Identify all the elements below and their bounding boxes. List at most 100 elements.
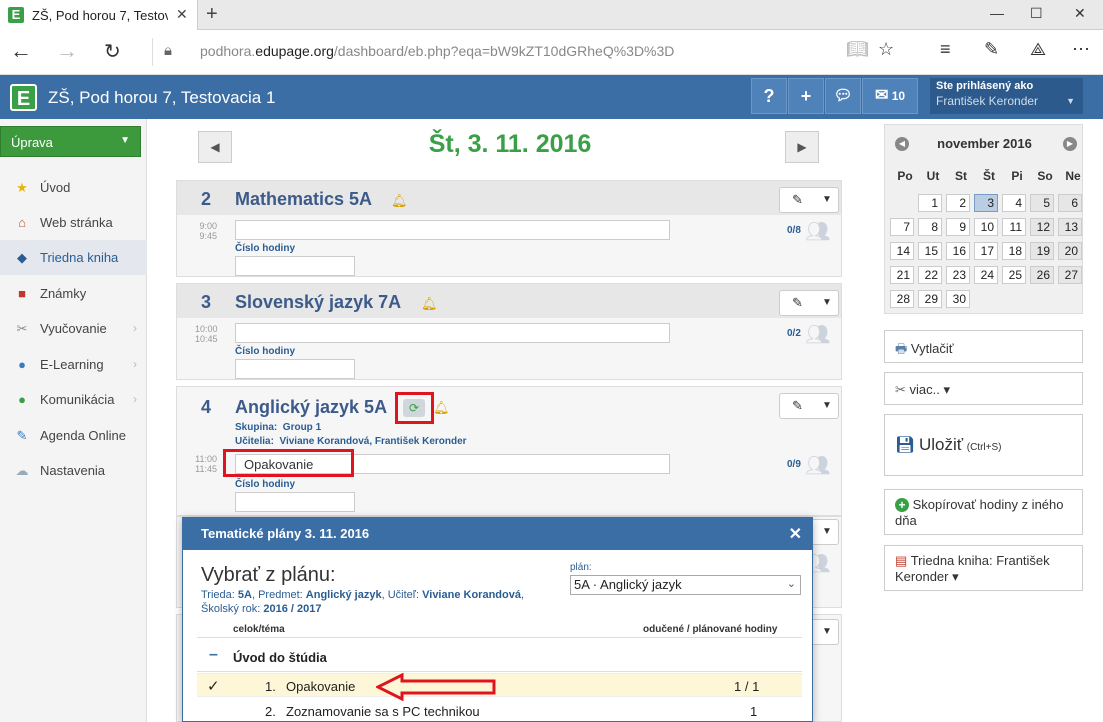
students-icon[interactable]: 👥︎: [805, 453, 830, 478]
calendar-day[interactable]: 5: [1030, 194, 1054, 212]
lesson-subject[interactable]: Slovenský jazyk 7A: [235, 292, 401, 313]
url-field[interactable]: podhora.edupage.org/dashboard/eb.php?eqa…: [200, 43, 674, 59]
plan-row[interactable]: 2. Zoznamovanie sa s PC technikou 1: [197, 699, 802, 721]
sidebar-item-uvod[interactable]: ★ Úvod: [0, 170, 147, 205]
edit-lesson-button[interactable]: ✎ ▼: [779, 187, 839, 213]
new-tab-icon[interactable]: +: [206, 3, 218, 26]
bell-icon[interactable]: 🔔︎: [421, 296, 438, 312]
share-icon[interactable]: ⟁: [1030, 39, 1046, 60]
calendar-day[interactable]: 8: [918, 218, 942, 236]
sidebar-item-class-book[interactable]: ◆ Triedna kniha: [0, 240, 147, 275]
copy-lessons-button[interactable]: + Skopírovať hodiny z iného dňa: [884, 489, 1083, 535]
more-icon[interactable]: ⋯: [1072, 39, 1090, 60]
calendar-day[interactable]: 24: [974, 266, 998, 284]
calendar-day[interactable]: 27: [1058, 266, 1082, 284]
forward-icon[interactable]: →: [56, 38, 78, 64]
hour-number-input[interactable]: [235, 359, 355, 379]
refresh-icon[interactable]: ↻: [104, 39, 121, 64]
add-button[interactable]: +: [788, 78, 824, 114]
calendar-day[interactable]: 23: [946, 266, 970, 284]
calendar-day[interactable]: 26: [1030, 266, 1054, 284]
calendar-day[interactable]: 4: [1002, 194, 1026, 212]
previous-day-button[interactable]: ◀: [198, 131, 232, 163]
messages-button[interactable]: ✉ 10: [862, 78, 918, 114]
sidebar-item-teaching[interactable]: ✂ Vyučovanie ›: [0, 311, 147, 346]
bell-icon[interactable]: 🔔︎: [391, 193, 408, 209]
calendar-day[interactable]: 16: [946, 242, 970, 260]
web-note-icon[interactable]: ✎: [984, 39, 999, 60]
calendar-day[interactable]: 13: [1058, 218, 1082, 236]
maximize-icon[interactable]: ☐: [1030, 5, 1043, 22]
calendar-day[interactable]: 7: [890, 218, 914, 236]
sidebar-item-elearning[interactable]: ● E-Learning ›: [0, 347, 147, 382]
calendar-day[interactable]: 9: [946, 218, 970, 236]
help-button[interactable]: ?: [751, 78, 787, 114]
chat-button[interactable]: 💬︎: [825, 78, 861, 114]
calendar-day[interactable]: 3: [974, 194, 998, 212]
col-hours: odučené / plánované hodiny: [643, 624, 778, 635]
print-button[interactable]: 🖶 Vytlačiť: [884, 330, 1083, 363]
calendar-next-icon[interactable]: ▶: [1063, 137, 1077, 151]
sidebar-item-label: Nastavenia: [40, 463, 106, 478]
hour-number-input[interactable]: [235, 256, 355, 276]
dialog-header: Tematické plány 3. 11. 2016 ✕: [183, 518, 812, 550]
edit-action-button[interactable]: Úprava ▼: [0, 126, 141, 157]
plan-select[interactable]: 5A · Anglický jazyk ⌄: [570, 575, 801, 595]
close-tab-icon[interactable]: ✕: [176, 6, 188, 23]
calendar-day[interactable]: 29: [918, 290, 942, 308]
hub-icon[interactable]: ≡: [940, 39, 951, 60]
dialog-heading: Vybrať z plánu:: [201, 564, 336, 586]
students-icon[interactable]: 👥︎: [805, 322, 830, 347]
lesson-card: 3 Slovenský jazyk 7A 🔔︎ ✎ ▼ 10:00 10:45 Čí…: [176, 283, 842, 380]
lesson-topic-input[interactable]: [235, 220, 670, 240]
bell-icon[interactable]: 🔔︎: [433, 400, 450, 416]
calendar-day[interactable]: 1: [918, 194, 942, 212]
calendar-day[interactable]: 30: [946, 290, 970, 308]
reading-view-icon[interactable]: 📖︎: [846, 39, 869, 60]
hour-number-input[interactable]: [235, 492, 355, 512]
sidebar-item-agenda[interactable]: ✎ Agenda Online: [0, 418, 147, 453]
browser-tab[interactable]: E ZŠ, Pod horou 7, Testovacia ✕: [0, 0, 198, 30]
calendar-day[interactable]: 6: [1058, 194, 1082, 212]
lesson-subject[interactable]: Mathematics 5A: [235, 189, 372, 210]
lesson-topic-input[interactable]: [235, 323, 670, 343]
more-button[interactable]: ✂ viac.. ▾: [884, 372, 1083, 405]
edit-lesson-button[interactable]: ✎ ▼: [779, 290, 839, 316]
sidebar-item-communication[interactable]: ● Komunikácia ›: [0, 382, 147, 417]
classbook-owner-button[interactable]: ▤ Triedna kniha: František Keronder ▾: [884, 545, 1083, 591]
calendar-day[interactable]: 21: [890, 266, 914, 284]
students-icon[interactable]: 👥︎: [805, 219, 830, 244]
calendar-day[interactable]: 22: [918, 266, 942, 284]
calendar-day[interactable]: 25: [1002, 266, 1026, 284]
edit-lesson-button[interactable]: ✎ ▼: [779, 393, 839, 419]
collapse-icon[interactable]: –: [209, 646, 218, 664]
lesson-subject[interactable]: Anglický jazyk 5A: [235, 397, 387, 418]
favorite-star-icon[interactable]: ☆: [878, 39, 894, 60]
calendar-day[interactable]: 2: [946, 194, 970, 212]
sidebar-item-settings[interactable]: ☁ Nastavenia: [0, 453, 147, 488]
calendar-day[interactable]: 18: [1002, 242, 1026, 260]
minimize-icon[interactable]: —: [990, 5, 1004, 21]
close-window-icon[interactable]: ✕: [1074, 5, 1086, 22]
plan-section-row[interactable]: – Úvod do štúdia: [197, 642, 802, 672]
calendar-day[interactable]: 10: [974, 218, 998, 236]
sidebar-item-grades[interactable]: ■ Známky: [0, 276, 147, 311]
calendar-day[interactable]: 20: [1058, 242, 1082, 260]
calendar-day[interactable]: 28: [890, 290, 914, 308]
caret-down-icon: ▼: [822, 526, 832, 537]
thematic-plan-icon[interactable]: ⟳: [403, 399, 425, 417]
edupage-logo-icon[interactable]: E: [10, 84, 37, 111]
save-button[interactable]: 💾︎ Uložiť (Ctrl+S): [884, 414, 1083, 476]
calendar-day[interactable]: 15: [918, 242, 942, 260]
close-icon[interactable]: ✕: [789, 524, 802, 544]
calendar-day[interactable]: 12: [1030, 218, 1054, 236]
calendar-day[interactable]: 11: [1002, 218, 1026, 236]
next-day-button[interactable]: ▶: [785, 131, 819, 163]
sidebar-item-web[interactable]: ⌂ Web stránka: [0, 205, 147, 240]
calendar-day[interactable]: 17: [974, 242, 998, 260]
user-menu[interactable]: Ste prihlásený ako František Keronder ▼: [930, 78, 1083, 114]
plan-row[interactable]: ✓ 1. Opakovanie 1 / 1: [197, 673, 802, 697]
calendar-day[interactable]: 14: [890, 242, 914, 260]
back-icon[interactable]: ←: [10, 38, 32, 64]
calendar-day[interactable]: 19: [1030, 242, 1054, 260]
